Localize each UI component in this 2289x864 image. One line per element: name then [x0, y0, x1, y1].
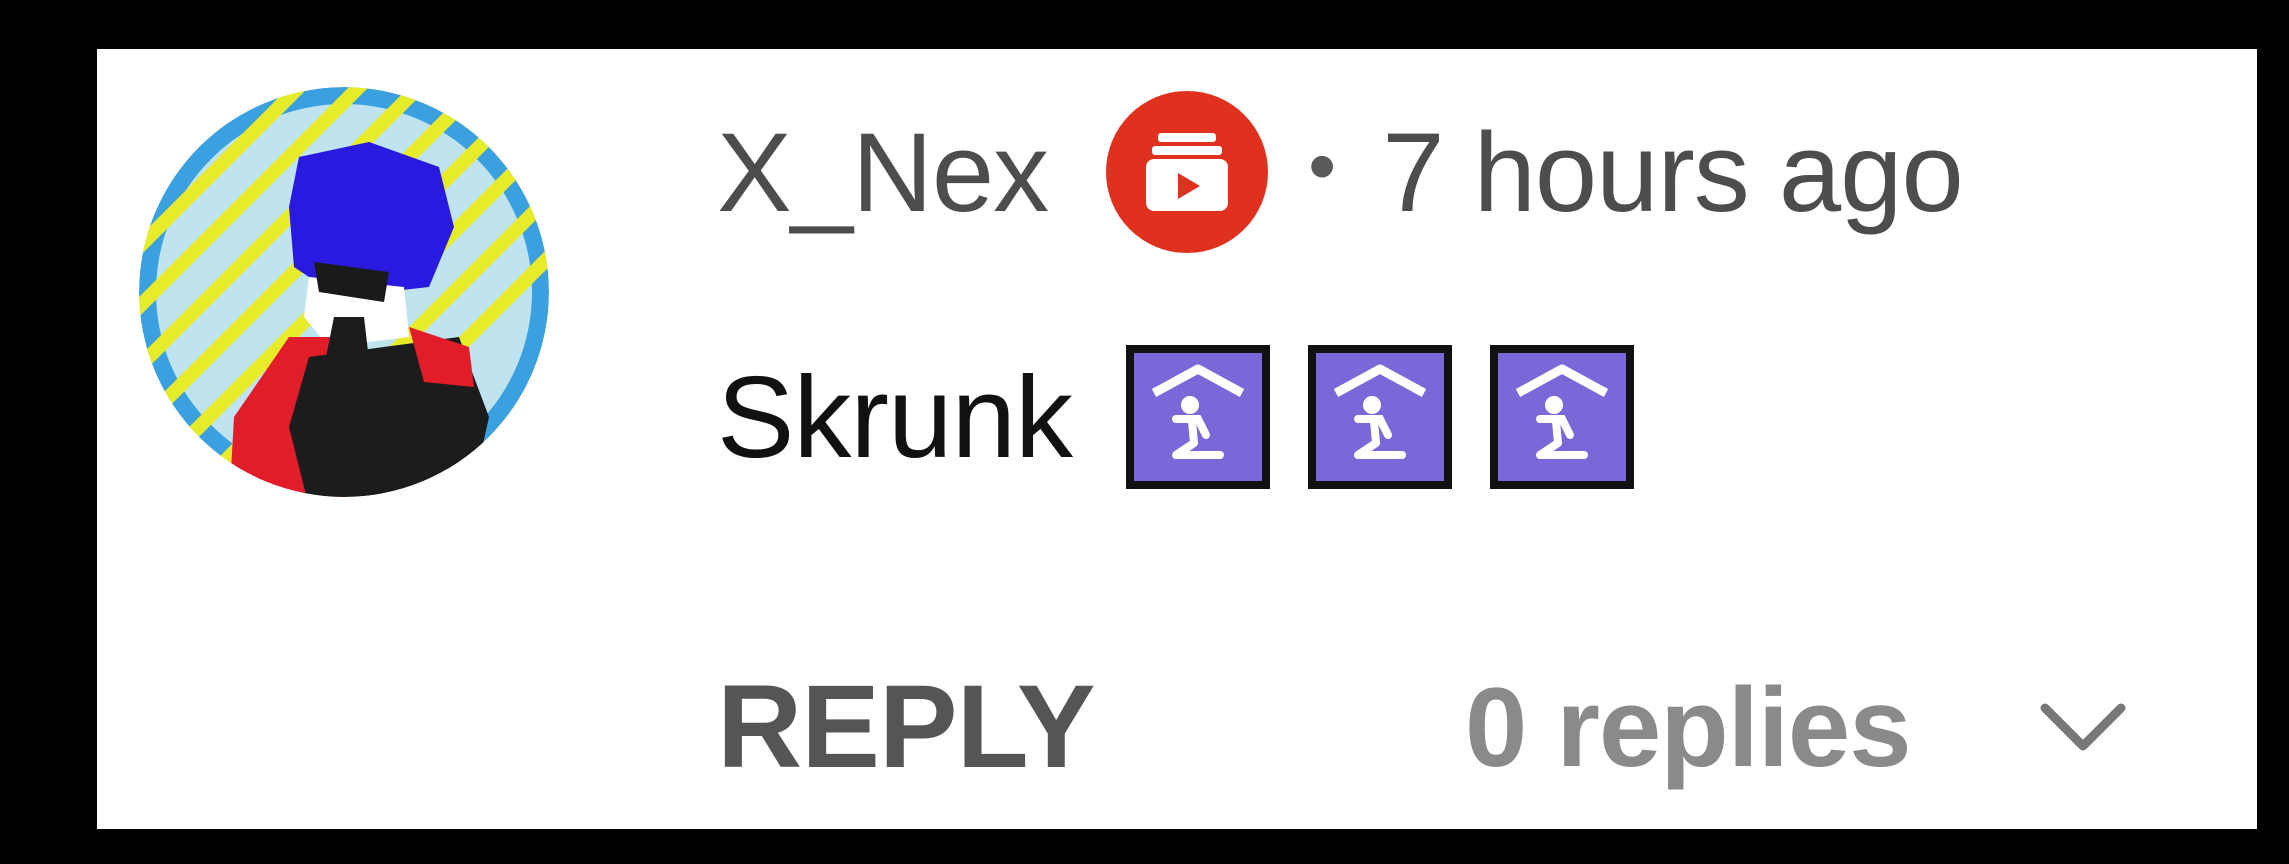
- praying-shelter-emote-icon: [1488, 343, 1636, 491]
- comment-timestamp[interactable]: 7 hours ago: [1382, 108, 1964, 237]
- comment-header: X_Nex • 7 hours ago: [717, 87, 1964, 257]
- replies-toggle[interactable]: 0 replies: [1465, 663, 2129, 792]
- comment-card: X_Nex • 7 hours ago Skrunk REPLY 0 repli…: [97, 49, 2257, 829]
- meta-separator: •: [1308, 121, 1337, 210]
- author-name[interactable]: X_Nex: [717, 108, 1049, 237]
- comment-body: Skrunk: [717, 337, 1670, 497]
- avatar[interactable]: [139, 87, 549, 497]
- comment-text: Skrunk: [717, 352, 1073, 482]
- chevron-down-icon[interactable]: [2037, 698, 2129, 758]
- replies-count[interactable]: 0 replies: [1465, 663, 1912, 792]
- praying-shelter-emote-icon: [1124, 343, 1272, 491]
- creator-badge-icon: [1106, 91, 1269, 253]
- praying-shelter-emote-icon: [1306, 343, 1454, 491]
- reply-button[interactable]: REPLY: [717, 659, 1096, 795]
- avatar-image: [139, 87, 549, 497]
